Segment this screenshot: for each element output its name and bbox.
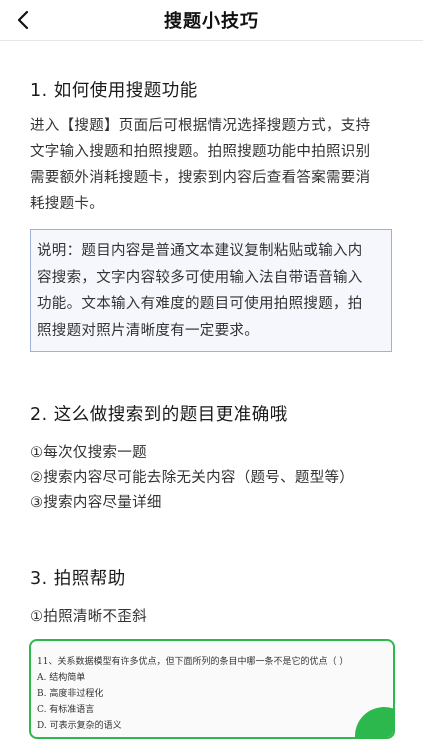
paragraph-line: 进入【搜题】页面后可根据情况选择搜题方式，支持 [30, 118, 371, 134]
note-line: 照搜题对照片清晰度有一定要求。 [37, 322, 259, 339]
list-item: ①每次仅搜索一题 [30, 445, 147, 461]
section-title-accuracy: 2. 这么做搜索到的题目更准确哦 [30, 405, 288, 425]
paragraph-line: 耗搜题卡。 [30, 196, 104, 212]
section-title-photo-help: 3. 拍照帮助 [30, 569, 126, 589]
usage-paragraph: 进入【搜题】页面后可根据情况选择搜题方式，支持 文字输入搜题和拍照搜题。拍照搜题… [30, 113, 393, 217]
section-title-usage: 1. 如何使用搜题功能 [30, 81, 198, 101]
photo-option-line: C. 有标准语言 [37, 705, 95, 715]
example-photo: 11、关系数据模型有许多优点，但下面所列的条目中哪一条不是它的优点（ ） A. … [29, 639, 395, 739]
note-box: 说明：题目内容是普通文本建议复制粘贴或输入内 容搜索，文字内容较多可使用输入法自… [30, 229, 392, 352]
paragraph-line: 文字输入搜题和拍照搜题。拍照搜题功能中拍照识别 [30, 144, 371, 160]
note-line: 容搜索，文字内容较多可使用输入法自带语音输入 [37, 269, 363, 286]
check-badge-icon [355, 707, 393, 737]
paragraph-line: 需要额外消耗搜题卡，搜索到内容后查看答案需要消 [30, 170, 371, 186]
list-item: ②搜索内容尽可能去除无关内容（题号、题型等） [30, 470, 355, 486]
photo-option-line: A. 结构简单 [37, 673, 86, 683]
note-line: 说明：题目内容是普通文本建议复制粘贴或输入内 [37, 243, 363, 259]
list-item: ③搜索内容尽量详细 [30, 495, 162, 511]
page-title: 搜题小技巧 [164, 11, 259, 32]
list-item: ①拍照清晰不歪斜 [30, 609, 147, 625]
note-text: 说明：题目内容是普通文本建议复制粘贴或输入内 容搜索，文字内容较多可使用输入法自… [37, 238, 387, 344]
note-line: 功能。文本输入有难度的题目可使用拍照搜题，拍 [37, 296, 363, 312]
photo-question-line: 11、关系数据模型有许多优点，但下面所列的条目中哪一条不是它的优点（ ） [37, 657, 349, 667]
photo-option-line: B. 高度非过程化 [37, 689, 104, 699]
navbar: 搜题小技巧 [0, 0, 423, 41]
